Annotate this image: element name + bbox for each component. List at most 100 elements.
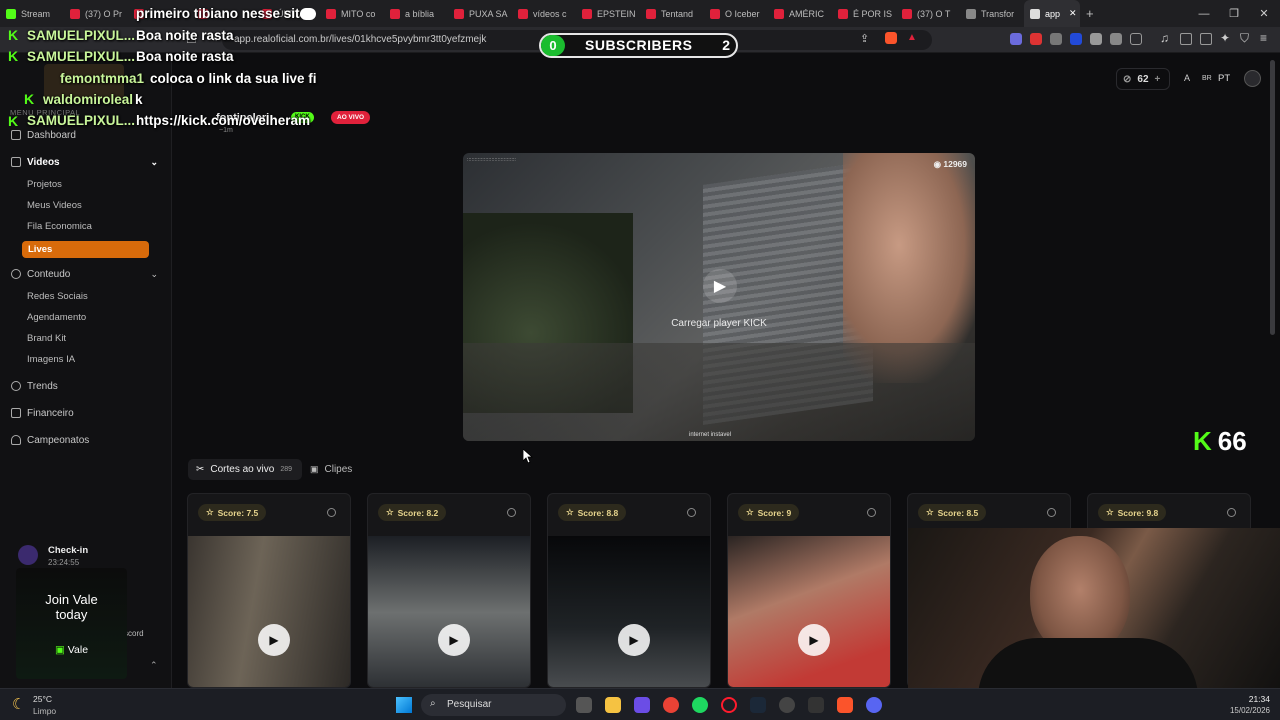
play-button[interactable]: ▶	[703, 269, 737, 303]
checkin-label[interactable]: Check-in	[48, 545, 88, 556]
close-tab-icon[interactable]: ✕	[1069, 8, 1077, 19]
browser-tab[interactable]: EPSTEIN	[576, 0, 640, 27]
info-icon[interactable]	[867, 508, 876, 517]
discord-icon[interactable]	[866, 697, 882, 713]
wallet-icon[interactable]	[1200, 33, 1212, 45]
info-icon[interactable]	[687, 508, 696, 517]
brave-rewards-icon[interactable]: ▲	[907, 32, 917, 43]
close-window-icon[interactable]: ✕	[1248, 0, 1280, 27]
add-icon[interactable]: +	[1155, 74, 1161, 85]
file-explorer-icon[interactable]	[605, 697, 621, 713]
new-tab-icon[interactable]: +	[1080, 0, 1104, 27]
theme-toggle-icon[interactable]	[1244, 70, 1261, 87]
extensions-puzzle-icon[interactable]	[1110, 33, 1122, 45]
cut-card[interactable]: ☆ Score: 9 ▶	[727, 493, 891, 688]
nav-trends[interactable]: Trends	[0, 375, 172, 397]
play-button[interactable]: ▶	[438, 624, 470, 656]
page-scrollbar[interactable]	[1270, 60, 1275, 335]
app-icon[interactable]	[634, 697, 650, 713]
info-icon[interactable]	[507, 508, 516, 517]
tab-cortes-ao-vivo[interactable]: ✂ Cortes ao vivo 289	[188, 459, 302, 480]
live-elapsed: ~1m	[219, 127, 233, 134]
spotify-icon[interactable]	[692, 697, 708, 713]
browser-tab-active[interactable]: app ✕	[1024, 0, 1080, 27]
play-button[interactable]: ▶	[798, 624, 830, 656]
chat-username: SAMUELPIXUL...	[27, 28, 136, 43]
steam-icon[interactable]	[750, 697, 766, 713]
cut-card[interactable]: ☆ Score: 8.8 ▶	[547, 493, 711, 688]
menu-icon[interactable]: ≡	[1260, 31, 1267, 45]
nav-videos[interactable]: Videos ⌄	[0, 151, 172, 173]
browser-tab[interactable]: (37) O Pr	[64, 0, 128, 27]
extension-icon[interactable]	[1070, 33, 1082, 45]
youtube-favicon-icon	[326, 8, 336, 19]
collapse-up-icon[interactable]: ⌃	[150, 660, 158, 671]
nav-fila-economica[interactable]: Fila Economica	[27, 221, 92, 232]
play-button[interactable]: ▶	[258, 624, 290, 656]
browser-tab[interactable]: É POR IS	[832, 0, 896, 27]
live-video-player[interactable]: :::::::::::::::::::::::::::::::: ◉ 12969…	[463, 153, 975, 441]
browser-tab[interactable]: PUXA SA	[448, 0, 512, 27]
nav-lives-active[interactable]: Lives	[22, 241, 149, 258]
browser-tab[interactable]: Stream	[0, 0, 64, 27]
chrome-icon[interactable]	[663, 697, 679, 713]
play-button[interactable]: ▶	[618, 624, 650, 656]
vpn-icon[interactable]: ⛉	[1240, 31, 1249, 46]
media-icon[interactable]: ♫	[1160, 31, 1169, 45]
opera-icon[interactable]	[721, 697, 737, 713]
load-player-label[interactable]: Carregar player KICK	[463, 318, 975, 329]
cut-card[interactable]: ☆ Score: 8.2 ▶	[367, 493, 531, 688]
brave-shield-icon[interactable]	[885, 32, 897, 44]
video-scene	[463, 343, 975, 441]
task-view-icon[interactable]	[576, 697, 592, 713]
share-icon[interactable]: ⇪	[860, 32, 869, 45]
clock-time[interactable]: 21:34	[1230, 694, 1270, 704]
extension-icon[interactable]	[1010, 33, 1022, 45]
nav-conteudo[interactable]: Conteudo ⌄	[0, 263, 172, 285]
weather-temp[interactable]: 25°C	[33, 694, 52, 704]
maximize-icon[interactable]: ❐	[1218, 0, 1250, 27]
leo-ai-icon[interactable]: ✦	[1220, 31, 1230, 45]
nav-redes-sociais[interactable]: Redes Sociais	[27, 291, 88, 302]
browser-tab[interactable]: AMÉRIC	[768, 0, 832, 27]
browser-tab[interactable]: MITO co	[320, 0, 384, 27]
credits-counter[interactable]: ⊘ 62 +	[1116, 68, 1170, 90]
nav-meus-videos[interactable]: Meus Videos	[27, 200, 82, 211]
cut-card[interactable]: ☆ Score: 7.5 ▶	[187, 493, 351, 688]
browser-tab[interactable]: O Iceber	[704, 0, 768, 27]
score-badge: ☆ Score: 7.5	[198, 504, 267, 521]
app-icon[interactable]	[779, 697, 795, 713]
sidebar-toggle-icon[interactable]	[1180, 33, 1192, 45]
subscribers-label: SUBSCRIBERS	[585, 37, 693, 53]
nav-financeiro[interactable]: Financeiro	[0, 402, 172, 424]
browser-tab[interactable]: a bíblia	[384, 0, 448, 27]
webcam-overlay	[908, 528, 1280, 698]
extension-icon[interactable]	[1030, 33, 1042, 45]
nav-campeonatos[interactable]: Campeonatos	[0, 429, 172, 451]
minimize-icon[interactable]: —	[1188, 0, 1220, 27]
language-selector[interactable]: PT	[1218, 73, 1230, 84]
brave-icon[interactable]	[837, 697, 853, 713]
browser-tab[interactable]: vídeos c	[512, 0, 576, 27]
app-icon[interactable]	[808, 697, 824, 713]
screenshot-icon[interactable]	[1130, 33, 1142, 45]
info-icon[interactable]	[1047, 508, 1056, 517]
browser-tab[interactable]: (37) O T	[896, 0, 960, 27]
chat-message: k	[135, 92, 143, 107]
join-vale-widget: Join Vale today ▣ Vale	[16, 568, 127, 679]
nav-agendamento[interactable]: Agendamento	[27, 312, 86, 323]
browser-tab[interactable]: Transfor	[960, 0, 1024, 27]
extension-icon[interactable]	[1050, 33, 1062, 45]
windows-start-icon[interactable]	[396, 697, 412, 713]
tab-clipes[interactable]: ▣ Clipes	[310, 459, 352, 480]
nav-imagens-ia[interactable]: Imagens IA	[27, 354, 75, 365]
info-icon[interactable]	[1227, 508, 1236, 517]
chat-message: Boa noite rasta	[136, 28, 234, 43]
taskbar-search[interactable]: ⌕ Pesquisar	[421, 694, 566, 716]
translate-icon[interactable]: A	[1184, 73, 1190, 83]
nav-projetos[interactable]: Projetos	[27, 179, 62, 190]
browser-tab[interactable]: Tentand	[640, 0, 704, 27]
info-icon[interactable]	[327, 508, 336, 517]
extension-icon[interactable]	[1090, 33, 1102, 45]
nav-brand-kit[interactable]: Brand Kit	[27, 333, 66, 344]
